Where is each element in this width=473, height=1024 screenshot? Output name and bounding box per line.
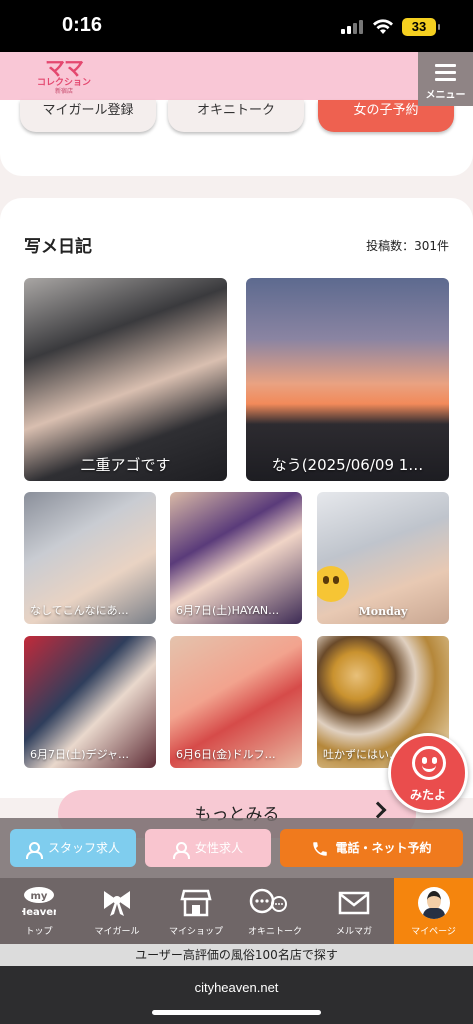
post-count: 投稿数：301件 [366,239,449,253]
diary-post-title: Monday [358,605,408,618]
phone-icon [313,841,328,856]
bottom-tab-bar: my Heaven トップ マイガール マイショップ オキニトーク [0,878,473,944]
person-icon [172,841,190,859]
phone-net-reserve-button[interactable]: 電話・ネット予約 [280,829,463,867]
my-heaven-logo-icon: my Heaven [22,887,56,918]
diary-post-title: 二重アゴです [80,456,171,474]
action-bar: スタッフ求人 女性求人 電話・ネット予約 [0,818,473,878]
mail-icon [338,891,370,915]
mygirl-register-button[interactable]: マイガール登録 [20,100,156,132]
svg-text:my: my [31,891,48,902]
diary-post[interactable]: 6月6日(金)ドルフ… [170,636,302,768]
status-bar: 0:16 33 [0,0,473,52]
hamburger-icon [435,64,456,85]
diary-post-title: 6月6日(金)ドルフ… [176,748,276,761]
diary-post[interactable]: なう(2025/06/09 1… [246,278,449,481]
svg-text:Heaven: Heaven [22,907,56,918]
diary-post[interactable]: なしてこんなにあ… [24,492,156,624]
okini-talk-button[interactable]: オキニトーク [168,100,304,132]
section-title: 写メ日記 [24,237,92,257]
tab-mygirl[interactable]: マイガール [78,878,156,944]
mitayo-button[interactable]: みたよ [388,733,468,813]
avatar [418,887,450,919]
shop-logo[interactable]: ママ コレクション 新宿店 [34,58,94,102]
diary-post[interactable]: Monday [317,492,449,624]
tagline-banner[interactable]: ユーザー高評価の風俗100名店で探す [0,944,473,966]
site-header: ママ コレクション 新宿店 [0,52,473,106]
diary-post-title: 6月7日(土)デジャ… [30,748,130,761]
battery-icon: 33 [402,18,440,36]
menu-button[interactable]: メニュー [418,52,473,106]
diary-post-title: なしてこんなにあ… [30,604,129,617]
diary-post-title: 6月7日(土)HAYAN… [176,604,280,617]
diary-post[interactable]: 6月7日(土)HAYAN… [170,492,302,624]
browser-url-bar: cityheaven.net [0,966,473,1024]
smiley-icon [412,746,446,780]
tab-top[interactable]: my Heaven トップ [0,878,78,944]
diary-post[interactable]: 6月7日(土)デジャ… [24,636,156,768]
person-icon [25,841,43,859]
quick-actions-card: マイガール登録 オキニトーク 女の子予約 [0,100,473,176]
tab-okini-talk[interactable]: オキニトーク [236,878,314,944]
status-time: 0:16 [62,14,103,36]
tab-myshop[interactable]: マイショップ [157,878,235,944]
female-recruit-button[interactable]: 女性求人 [145,829,271,867]
ribbon-icon [104,891,130,916]
diary-post[interactable]: 二重アゴです [24,278,227,481]
home-indicator[interactable] [152,1010,321,1015]
shop-icon [180,889,212,917]
signal-icon [341,20,365,34]
shocked-emoji-icon [317,566,349,602]
diary-post-title: なう(2025/06/09 1… [271,456,424,474]
chat-bubbles-icon [249,888,287,914]
tab-mypage[interactable]: マイページ [394,878,473,944]
wifi-icon [373,19,393,34]
staff-recruit-button[interactable]: スタッフ求人 [10,829,136,867]
tab-melmaga[interactable]: メルマガ [315,878,393,944]
url-text[interactable]: cityheaven.net [0,980,473,995]
